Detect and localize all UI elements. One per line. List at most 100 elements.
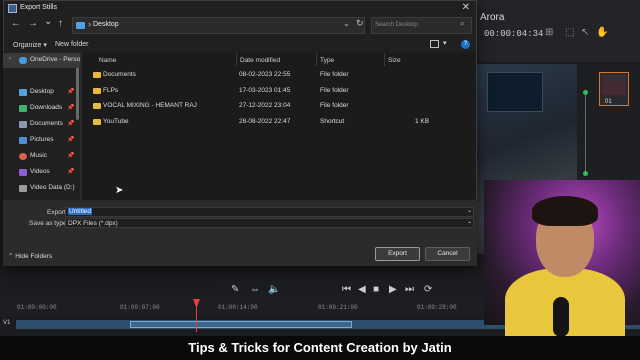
sidebar-item-documents[interactable]: Documents 📌 bbox=[3, 117, 80, 132]
playhead[interactable] bbox=[196, 306, 197, 332]
ruler-tc-2: 01:00:07:00 bbox=[120, 304, 160, 311]
back-button[interactable]: ← bbox=[11, 18, 21, 29]
sidebar-item-label: Downloads bbox=[30, 104, 63, 111]
node-connection bbox=[585, 92, 586, 172]
sidebar-item-video-data-drive[interactable]: Video Data (D:) bbox=[3, 181, 80, 196]
node-thumbnail bbox=[602, 75, 626, 95]
ruler-tc-5: 01:00:28:00 bbox=[417, 304, 457, 311]
file-size: 1 KB bbox=[415, 118, 430, 125]
trim-icon[interactable]: ⇔ bbox=[250, 284, 260, 295]
search-placeholder: Search Desktop bbox=[375, 22, 418, 28]
pin-icon: 📌 bbox=[67, 121, 75, 127]
sidebar-item-pictures[interactable]: Pictures 📌 bbox=[3, 133, 80, 148]
play-reverse-icon[interactable]: ◀ bbox=[358, 284, 366, 295]
sidebar-item-videos[interactable]: Videos 📌 bbox=[3, 165, 80, 180]
desktop-icon bbox=[19, 89, 27, 96]
recent-dropdown-icon[interactable]: ⌄ bbox=[44, 16, 52, 27]
project-name: Arora bbox=[480, 12, 505, 23]
close-icon[interactable]: ✕ bbox=[462, 2, 470, 13]
sidebar-item-label: Videos bbox=[30, 168, 50, 175]
pointer-icon[interactable]: ↖ bbox=[581, 27, 589, 38]
column-header-size[interactable]: Size bbox=[388, 57, 401, 64]
video-caption: Tips & Tricks for Content Creation by Ja… bbox=[0, 336, 640, 360]
viewer-image bbox=[487, 72, 543, 112]
volume-icon[interactable]: 🔈 bbox=[268, 284, 280, 295]
search-icon[interactable]: ⌕ bbox=[460, 19, 464, 29]
file-name-input[interactable] bbox=[65, 207, 474, 217]
chevron-down-icon[interactable]: ⌄ bbox=[467, 207, 472, 214]
sidebar-item-label: Music bbox=[30, 152, 47, 159]
chevron-down-icon[interactable]: ⌄ bbox=[467, 218, 472, 225]
timeline-clip[interactable] bbox=[130, 321, 352, 328]
dialog-title: Export Stills bbox=[20, 4, 57, 11]
new-folder-button[interactable]: New folder bbox=[55, 41, 88, 48]
column-divider[interactable] bbox=[384, 53, 385, 66]
hide-folders-button[interactable]: ⌃ Hide Folders bbox=[8, 252, 52, 260]
sidebar-item-music[interactable]: Music 📌 bbox=[3, 149, 80, 164]
file-type: Shortcut bbox=[320, 118, 345, 125]
expand-chevron-icon[interactable]: › bbox=[9, 56, 11, 62]
title-bar[interactable] bbox=[4, 1, 476, 16]
file-date: 27-12-2022 23:04 bbox=[239, 102, 291, 109]
sidebar-item-downloads[interactable]: Downloads 📌 bbox=[3, 101, 80, 116]
music-icon bbox=[19, 153, 27, 160]
grid-icon[interactable]: ⊞ bbox=[545, 27, 553, 38]
file-type: File folder bbox=[320, 71, 349, 78]
sidebar-item-label: Desktop bbox=[30, 88, 54, 95]
export-label: Export bbox=[47, 209, 66, 216]
file-date: 08-02-2023 22:55 bbox=[239, 71, 291, 78]
download-icon bbox=[19, 105, 27, 112]
save-as-type-label: Save as type: bbox=[29, 220, 69, 227]
pin-icon: 📌 bbox=[67, 153, 75, 159]
view-dropdown-icon[interactable]: ▾ bbox=[443, 39, 447, 47]
ruler-tc-4: 01:00:21:00 bbox=[318, 304, 358, 311]
drive-icon bbox=[19, 185, 27, 192]
file-row[interactable]: Documents 08-02-2023 22:55 File folder bbox=[86, 68, 470, 83]
chevron-down-icon[interactable]: ⌄ bbox=[343, 19, 350, 28]
file-row[interactable]: FLPs 17-03-2023 01:45 File folder bbox=[86, 84, 470, 99]
up-button[interactable]: ↑ bbox=[58, 18, 63, 29]
sidebar-item-desktop[interactable]: Desktop 📌 bbox=[3, 85, 80, 100]
file-type: File folder bbox=[320, 87, 349, 94]
blade-tool-icon[interactable]: ✎ bbox=[231, 284, 239, 295]
desktop-folder-icon bbox=[76, 22, 85, 29]
last-frame-icon[interactable]: ⏭ bbox=[405, 284, 414, 295]
forward-button[interactable]: → bbox=[28, 18, 38, 29]
stop-icon[interactable]: ■ bbox=[373, 284, 379, 295]
mouse-cursor-icon: ➤ bbox=[115, 185, 124, 196]
hand-icon[interactable]: ✋ bbox=[596, 27, 608, 38]
play-icon[interactable]: ▶ bbox=[389, 284, 397, 295]
column-header-name[interactable]: Name bbox=[99, 57, 116, 64]
node-number: 01 bbox=[605, 99, 612, 105]
presenter-hair bbox=[532, 196, 598, 226]
loop-icon[interactable]: ⟳ bbox=[424, 284, 432, 295]
folder-icon bbox=[93, 103, 101, 109]
help-icon[interactable]: ? bbox=[461, 40, 470, 49]
sidebar-item-label: OneDrive - Perso bbox=[30, 56, 81, 63]
video-icon bbox=[19, 169, 27, 176]
first-frame-icon[interactable]: ⏮ bbox=[342, 284, 351, 295]
breadcrumb-desktop[interactable]: Desktop bbox=[93, 21, 119, 28]
view-icon[interactable] bbox=[430, 40, 439, 48]
select-icon[interactable]: ⬚ bbox=[565, 27, 574, 38]
export-button[interactable]: Export bbox=[375, 247, 420, 261]
file-name: VOCAL MIXING - HEMANT RAJ bbox=[103, 102, 197, 109]
node-input-dot[interactable] bbox=[583, 90, 588, 95]
track-label: V1 bbox=[3, 320, 11, 326]
column-header-date[interactable]: Date modified bbox=[240, 57, 280, 64]
column-divider[interactable] bbox=[316, 53, 317, 66]
file-date: 28-08-2022 22:47 bbox=[239, 118, 291, 125]
file-row[interactable]: VOCAL MIXING - HEMANT RAJ 27-12-2022 23:… bbox=[86, 99, 470, 114]
screen: Arora 00:00:04:34 ⊞ ⬚ ↖ ✋ 01 ✎ ⇔ 🔈 ⏮ ◀ ■… bbox=[0, 0, 640, 360]
refresh-icon[interactable]: ↻ bbox=[356, 18, 364, 29]
sidebar-item-onedrive[interactable]: › OneDrive - Perso bbox=[3, 53, 80, 68]
column-header-type[interactable]: Type bbox=[320, 57, 334, 64]
file-row[interactable]: YouTube 28-08-2022 22:47 Shortcut 1 KB bbox=[86, 115, 470, 130]
picture-icon bbox=[19, 137, 27, 144]
cancel-button[interactable]: Cancel bbox=[425, 247, 470, 261]
sidebar-item-label: Video Data (D:) bbox=[30, 184, 75, 191]
node-output-dot[interactable] bbox=[583, 171, 588, 176]
organize-button[interactable]: Organize ▾ bbox=[13, 41, 47, 49]
file-type-select[interactable] bbox=[65, 218, 474, 228]
column-divider[interactable] bbox=[236, 53, 237, 66]
